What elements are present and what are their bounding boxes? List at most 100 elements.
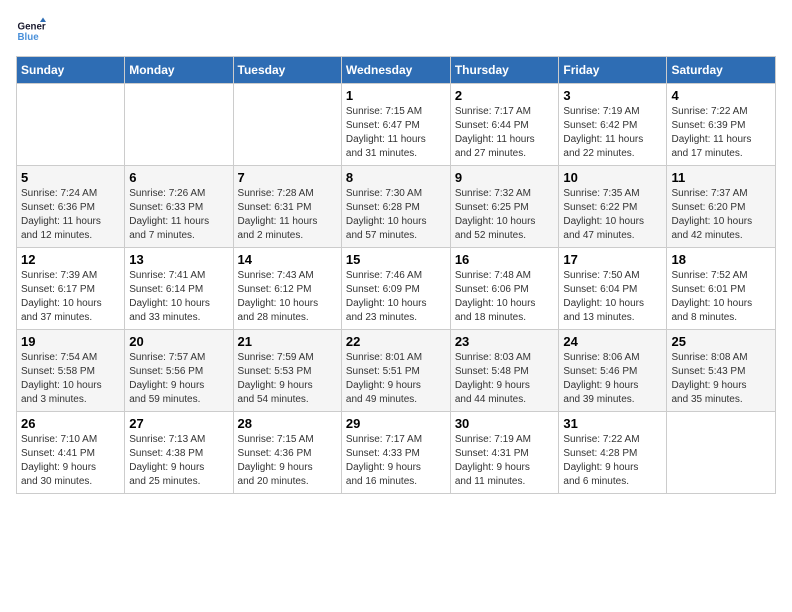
- day-info: Sunrise: 7:59 AM Sunset: 5:53 PM Dayligh…: [238, 351, 337, 407]
- day-info: Sunrise: 7:17 AM Sunset: 4:33 PM Dayligh…: [346, 433, 446, 489]
- day-number: 24: [563, 334, 662, 349]
- day-number: 16: [455, 252, 555, 267]
- day-info: Sunrise: 7:54 AM Sunset: 5:58 PM Dayligh…: [21, 351, 120, 407]
- calendar-day-cell: 2 Sunrise: 7:17 AM Sunset: 6:44 PM Daylig…: [450, 84, 559, 166]
- day-info: Sunrise: 8:01 AM Sunset: 5:51 PM Dayligh…: [346, 351, 446, 407]
- day-info: Sunrise: 7:35 AM Sunset: 6:22 PM Dayligh…: [563, 187, 662, 243]
- calendar-day-cell: 31 Sunrise: 7:22 AM Sunset: 4:28 PM Dayli…: [559, 412, 667, 494]
- day-number: 7: [238, 170, 337, 185]
- calendar-day-cell: [233, 84, 341, 166]
- day-info: Sunrise: 7:22 AM Sunset: 4:28 PM Dayligh…: [563, 433, 662, 489]
- page-header: General Blue: [16, 16, 776, 46]
- calendar-day-cell: 9 Sunrise: 7:32 AM Sunset: 6:25 PM Daylig…: [450, 166, 559, 248]
- day-info: Sunrise: 7:39 AM Sunset: 6:17 PM Dayligh…: [21, 269, 120, 325]
- calendar-header-cell: Monday: [125, 57, 233, 84]
- day-info: Sunrise: 7:13 AM Sunset: 4:38 PM Dayligh…: [129, 433, 228, 489]
- day-info: Sunrise: 7:10 AM Sunset: 4:41 PM Dayligh…: [21, 433, 120, 489]
- day-info: Sunrise: 8:08 AM Sunset: 5:43 PM Dayligh…: [671, 351, 771, 407]
- day-number: 13: [129, 252, 228, 267]
- day-info: Sunrise: 7:32 AM Sunset: 6:25 PM Dayligh…: [455, 187, 555, 243]
- calendar-week-row: 19Sunrise: 7:54 AM Sunset: 5:58 PM Dayli…: [17, 330, 776, 412]
- calendar-day-cell: [17, 84, 125, 166]
- day-info: Sunrise: 7:50 AM Sunset: 6:04 PM Dayligh…: [563, 269, 662, 325]
- day-number: 12: [21, 252, 120, 267]
- day-number: 4: [671, 88, 771, 103]
- day-info: Sunrise: 7:41 AM Sunset: 6:14 PM Dayligh…: [129, 269, 228, 325]
- day-number: 1: [346, 88, 446, 103]
- day-number: 29: [346, 416, 446, 431]
- day-number: 2: [455, 88, 555, 103]
- day-number: 17: [563, 252, 662, 267]
- day-info: Sunrise: 8:03 AM Sunset: 5:48 PM Dayligh…: [455, 351, 555, 407]
- day-number: 8: [346, 170, 446, 185]
- day-number: 23: [455, 334, 555, 349]
- day-number: 11: [671, 170, 771, 185]
- calendar-table: SundayMondayTuesdayWednesdayThursdayFrid…: [16, 56, 776, 494]
- calendar-header-row: SundayMondayTuesdayWednesdayThursdayFrid…: [17, 57, 776, 84]
- day-number: 15: [346, 252, 446, 267]
- calendar-day-cell: [125, 84, 233, 166]
- calendar-header-cell: Saturday: [667, 57, 776, 84]
- calendar-day-cell: 28 Sunrise: 7:15 AM Sunset: 4:36 PM Dayli…: [233, 412, 341, 494]
- calendar-day-cell: 17 Sunrise: 7:50 AM Sunset: 6:04 PM Dayli…: [559, 248, 667, 330]
- calendar-day-cell: 4 Sunrise: 7:22 AM Sunset: 6:39 PM Daylig…: [667, 84, 776, 166]
- calendar-day-cell: 30 Sunrise: 7:19 AM Sunset: 4:31 PM Dayli…: [450, 412, 559, 494]
- calendar-day-cell: 21 Sunrise: 7:59 AM Sunset: 5:53 PM Dayli…: [233, 330, 341, 412]
- svg-text:General: General: [18, 22, 47, 33]
- calendar-day-cell: 7 Sunrise: 7:28 AM Sunset: 6:31 PM Daylig…: [233, 166, 341, 248]
- day-info: Sunrise: 7:22 AM Sunset: 6:39 PM Dayligh…: [671, 105, 771, 161]
- day-info: Sunrise: 7:19 AM Sunset: 6:42 PM Dayligh…: [563, 105, 662, 161]
- calendar-day-cell: 22 Sunrise: 8:01 AM Sunset: 5:51 PM Dayli…: [341, 330, 450, 412]
- calendar-day-cell: 14 Sunrise: 7:43 AM Sunset: 6:12 PM Dayli…: [233, 248, 341, 330]
- calendar-day-cell: 19Sunrise: 7:54 AM Sunset: 5:58 PM Dayli…: [17, 330, 125, 412]
- day-info: Sunrise: 7:28 AM Sunset: 6:31 PM Dayligh…: [238, 187, 337, 243]
- day-info: Sunrise: 7:17 AM Sunset: 6:44 PM Dayligh…: [455, 105, 555, 161]
- calendar-day-cell: 12 Sunrise: 7:39 AM Sunset: 6:17 PM Dayli…: [17, 248, 125, 330]
- day-number: 5: [21, 170, 120, 185]
- calendar-day-cell: 3 Sunrise: 7:19 AM Sunset: 6:42 PM Daylig…: [559, 84, 667, 166]
- day-number: 30: [455, 416, 555, 431]
- day-info: Sunrise: 7:30 AM Sunset: 6:28 PM Dayligh…: [346, 187, 446, 243]
- day-info: Sunrise: 7:52 AM Sunset: 6:01 PM Dayligh…: [671, 269, 771, 325]
- day-number: 9: [455, 170, 555, 185]
- calendar-day-cell: 15Sunrise: 7:46 AM Sunset: 6:09 PM Dayli…: [341, 248, 450, 330]
- calendar-header-cell: Wednesday: [341, 57, 450, 84]
- calendar-day-cell: 10 Sunrise: 7:35 AM Sunset: 6:22 PM Dayli…: [559, 166, 667, 248]
- calendar-day-cell: [667, 412, 776, 494]
- day-number: 27: [129, 416, 228, 431]
- day-info: Sunrise: 7:43 AM Sunset: 6:12 PM Dayligh…: [238, 269, 337, 325]
- day-info: Sunrise: 7:19 AM Sunset: 4:31 PM Dayligh…: [455, 433, 555, 489]
- day-info: Sunrise: 7:26 AM Sunset: 6:33 PM Dayligh…: [129, 187, 228, 243]
- day-number: 31: [563, 416, 662, 431]
- calendar-day-cell: 27 Sunrise: 7:13 AM Sunset: 4:38 PM Dayli…: [125, 412, 233, 494]
- calendar-day-cell: 8 Sunrise: 7:30 AM Sunset: 6:28 PM Daylig…: [341, 166, 450, 248]
- day-info: Sunrise: 7:15 AM Sunset: 6:47 PM Dayligh…: [346, 105, 446, 161]
- calendar-week-row: 5Sunrise: 7:24 AM Sunset: 6:36 PM Daylig…: [17, 166, 776, 248]
- day-number: 28: [238, 416, 337, 431]
- calendar-day-cell: 18Sunrise: 7:52 AM Sunset: 6:01 PM Dayli…: [667, 248, 776, 330]
- calendar-day-cell: 1 Sunrise: 7:15 AM Sunset: 6:47 PM Daylig…: [341, 84, 450, 166]
- calendar-header-cell: Thursday: [450, 57, 559, 84]
- calendar-day-cell: 24 Sunrise: 8:06 AM Sunset: 5:46 PM Dayli…: [559, 330, 667, 412]
- day-info: Sunrise: 8:06 AM Sunset: 5:46 PM Dayligh…: [563, 351, 662, 407]
- calendar-day-cell: 29 Sunrise: 7:17 AM Sunset: 4:33 PM Dayli…: [341, 412, 450, 494]
- day-number: 26: [21, 416, 120, 431]
- calendar-day-cell: 5Sunrise: 7:24 AM Sunset: 6:36 PM Daylig…: [17, 166, 125, 248]
- day-number: 21: [238, 334, 337, 349]
- day-info: Sunrise: 7:37 AM Sunset: 6:20 PM Dayligh…: [671, 187, 771, 243]
- calendar-day-cell: 11 Sunrise: 7:37 AM Sunset: 6:20 PM Dayli…: [667, 166, 776, 248]
- logo: General Blue: [16, 16, 46, 46]
- calendar-day-cell: 23 Sunrise: 8:03 AM Sunset: 5:48 PM Dayli…: [450, 330, 559, 412]
- day-number: 6: [129, 170, 228, 185]
- day-number: 3: [563, 88, 662, 103]
- day-number: 20: [129, 334, 228, 349]
- day-number: 22: [346, 334, 446, 349]
- calendar-day-cell: 20Sunrise: 7:57 AM Sunset: 5:56 PM Dayli…: [125, 330, 233, 412]
- day-number: 10: [563, 170, 662, 185]
- day-info: Sunrise: 7:15 AM Sunset: 4:36 PM Dayligh…: [238, 433, 337, 489]
- day-number: 25: [671, 334, 771, 349]
- calendar-day-cell: 26 Sunrise: 7:10 AM Sunset: 4:41 PM Dayli…: [17, 412, 125, 494]
- calendar-body: 1 Sunrise: 7:15 AM Sunset: 6:47 PM Daylig…: [17, 84, 776, 494]
- day-number: 14: [238, 252, 337, 267]
- calendar-day-cell: 13 Sunrise: 7:41 AM Sunset: 6:14 PM Dayli…: [125, 248, 233, 330]
